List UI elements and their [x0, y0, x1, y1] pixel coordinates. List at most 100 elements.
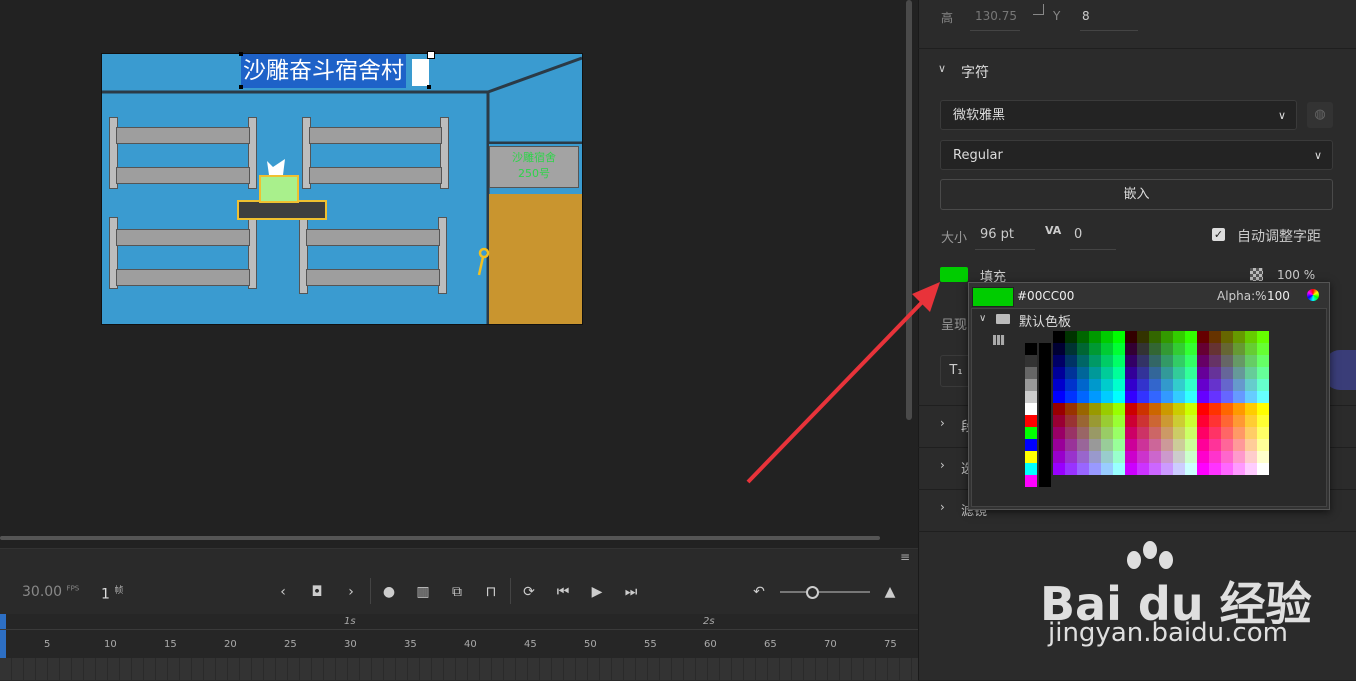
palette-swatch[interactable]: [1077, 391, 1089, 403]
palette-swatch[interactable]: [1209, 367, 1221, 379]
palette-swatch[interactable]: [1113, 427, 1125, 439]
palette-swatch[interactable]: [1257, 379, 1269, 391]
palette-swatch[interactable]: [1039, 415, 1051, 427]
palette-swatch[interactable]: [1149, 427, 1161, 439]
selected-text-object[interactable]: 沙雕奋斗宿舍村: [239, 51, 435, 89]
palette-swatch[interactable]: [1161, 403, 1173, 415]
palette-swatch[interactable]: [1039, 439, 1051, 451]
palette-swatch[interactable]: [1065, 427, 1077, 439]
palette-swatch[interactable]: [1125, 403, 1137, 415]
palette-swatch[interactable]: [1125, 331, 1137, 343]
palette-swatch[interactable]: [1077, 403, 1089, 415]
palette-swatch[interactable]: [1077, 427, 1089, 439]
palette-swatch[interactable]: [1245, 427, 1257, 439]
palette-swatch[interactable]: [1149, 331, 1161, 343]
font-style-select[interactable]: Regular ∨: [940, 140, 1333, 170]
palette-swatch[interactable]: [1039, 403, 1051, 415]
palette-swatch[interactable]: [1257, 427, 1269, 439]
palette-swatch[interactable]: [1221, 391, 1233, 403]
palette-swatch[interactable]: [1125, 427, 1137, 439]
palette-swatch[interactable]: [1113, 331, 1125, 343]
palette-swatch[interactable]: [1173, 439, 1185, 451]
palette-swatch[interactable]: [1053, 355, 1065, 367]
stage-canvas[interactable]: 沙雕宿舍 250号: [101, 53, 583, 325]
palette-swatch[interactable]: [1077, 367, 1089, 379]
palette-swatch[interactable]: [1209, 439, 1221, 451]
palette-swatch[interactable]: [1173, 463, 1185, 475]
palette-swatch[interactable]: [1161, 439, 1173, 451]
palette-swatch[interactable]: [1221, 439, 1233, 451]
palette-swatch[interactable]: [1209, 391, 1221, 403]
palette-swatch[interactable]: [1053, 343, 1065, 355]
palette-swatch[interactable]: [1197, 427, 1209, 439]
zoom-slider-thumb[interactable]: [806, 586, 819, 599]
palette-swatch[interactable]: [1185, 427, 1197, 439]
insert-keyframe-icon[interactable]: ◘: [308, 583, 326, 601]
palette-swatch[interactable]: [1185, 331, 1197, 343]
palette-swatch[interactable]: [1197, 343, 1209, 355]
palette-swatch[interactable]: [1245, 463, 1257, 475]
palette-swatch[interactable]: [1113, 463, 1125, 475]
embed-button[interactable]: 嵌入: [940, 179, 1333, 210]
palette-swatch[interactable]: [1039, 343, 1051, 355]
palette-swatch[interactable]: [1197, 355, 1209, 367]
palette-swatch[interactable]: [1209, 463, 1221, 475]
palette-swatch[interactable]: [1233, 439, 1245, 451]
palette-swatch[interactable]: [1245, 379, 1257, 391]
play-icon[interactable]: ▶: [588, 583, 606, 601]
palette-swatch[interactable]: [1053, 367, 1065, 379]
palette-swatch[interactable]: [1025, 475, 1037, 487]
palette-swatch[interactable]: [1101, 379, 1113, 391]
palette-swatch[interactable]: [1245, 439, 1257, 451]
stage-title-text[interactable]: 沙雕奋斗宿舍村: [241, 54, 406, 88]
frame-track[interactable]: [0, 658, 918, 680]
palette-swatch[interactable]: [1185, 463, 1197, 475]
palette-swatch[interactable]: [1025, 355, 1037, 367]
palette-swatch[interactable]: [1113, 367, 1125, 379]
palette-swatch[interactable]: [1125, 415, 1137, 427]
palette-swatch[interactable]: [1053, 439, 1065, 451]
palette-swatch[interactable]: [1113, 403, 1125, 415]
frame-readout[interactable]: 1 帧: [101, 583, 123, 603]
palette-swatch[interactable]: [1101, 427, 1113, 439]
palette-swatch[interactable]: [1125, 439, 1137, 451]
palette-swatch[interactable]: [1089, 427, 1101, 439]
y-value[interactable]: 8: [1082, 9, 1090, 23]
section-character-title[interactable]: 字符: [961, 62, 989, 82]
frame-value[interactable]: 1: [101, 587, 110, 603]
palette-swatch[interactable]: [1065, 391, 1077, 403]
palette-swatch[interactable]: [1149, 451, 1161, 463]
palette-swatch[interactable]: [1161, 463, 1173, 475]
palette-swatch[interactable]: [1025, 403, 1037, 415]
palette-swatch[interactable]: [1089, 415, 1101, 427]
palette-swatch[interactable]: [1039, 475, 1051, 487]
palette-swatch[interactable]: [1161, 391, 1173, 403]
palette-swatch[interactable]: [1209, 415, 1221, 427]
palette-swatch[interactable]: [1089, 331, 1101, 343]
palette-swatch[interactable]: [1173, 415, 1185, 427]
palette-swatch[interactable]: [1101, 403, 1113, 415]
prev-keyframe-icon[interactable]: ‹: [274, 583, 292, 601]
palette-swatch[interactable]: [1257, 355, 1269, 367]
palette-swatch[interactable]: [1039, 367, 1051, 379]
color-wheel-icon[interactable]: [1307, 289, 1319, 301]
palette-swatch[interactable]: [1161, 379, 1173, 391]
height-value[interactable]: 130.75: [975, 9, 1017, 23]
palette-swatch[interactable]: [1245, 367, 1257, 379]
edit-multiple-frames-icon[interactable]: ▥: [414, 583, 432, 601]
palette-swatch[interactable]: [1233, 427, 1245, 439]
palette-swatch[interactable]: [1137, 463, 1149, 475]
palette-swatch[interactable]: [1173, 403, 1185, 415]
palette-swatch[interactable]: [1089, 391, 1101, 403]
palette-swatch[interactable]: [1221, 343, 1233, 355]
palette-swatch[interactable]: [1161, 427, 1173, 439]
palette-swatch[interactable]: [1101, 451, 1113, 463]
palette-swatch[interactable]: [1039, 463, 1051, 475]
palette-swatch[interactable]: [1185, 403, 1197, 415]
palette-swatch[interactable]: [1245, 391, 1257, 403]
palette-swatch[interactable]: [1025, 343, 1037, 355]
palette-swatch[interactable]: [1025, 463, 1037, 475]
palette-swatch[interactable]: [1113, 415, 1125, 427]
palette-swatch[interactable]: [1233, 343, 1245, 355]
palette-swatch[interactable]: [1137, 451, 1149, 463]
